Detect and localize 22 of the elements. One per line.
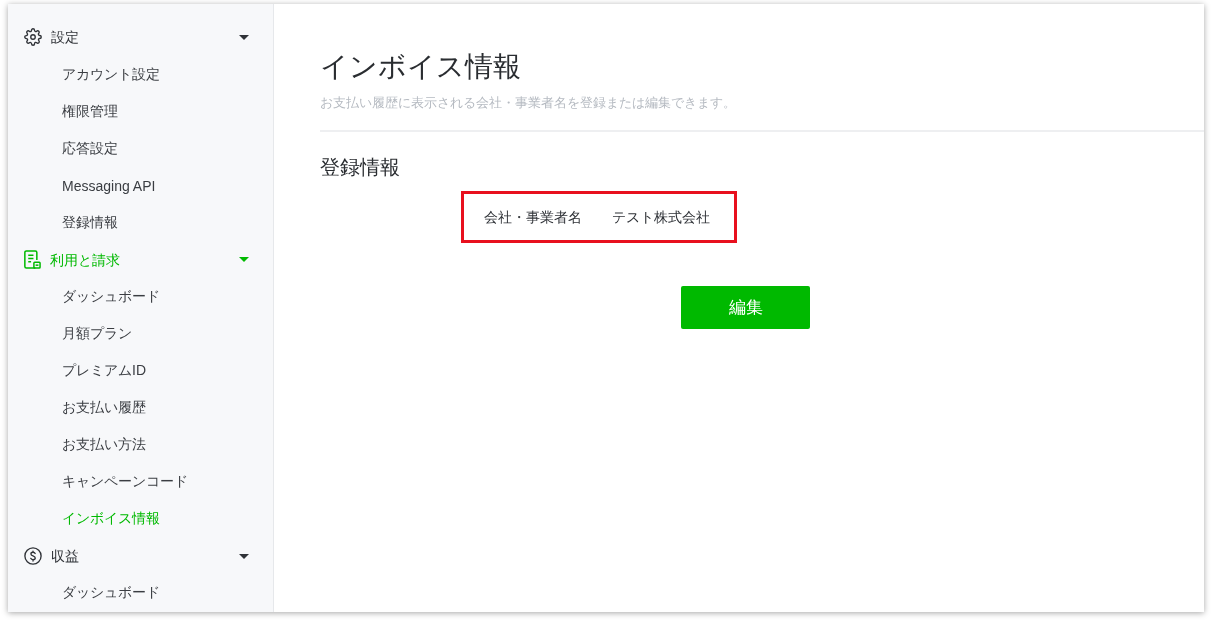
dollar-circle-icon	[24, 547, 42, 566]
page-title: インボイス情報	[320, 50, 521, 84]
sidebar-item[interactable]: ダッシュボード	[8, 278, 160, 316]
sidebar-item[interactable]: アカウント設定	[8, 56, 160, 94]
sidebar-item[interactable]: ダッシュボード	[8, 574, 160, 612]
sidebar-group-label[interactable]: 収益	[51, 546, 239, 567]
gear-icon	[24, 28, 42, 47]
sidebar-group-label[interactable]: 設定	[51, 27, 239, 48]
section-heading: 登録情報	[320, 155, 400, 180]
sidebar-item[interactable]: 登録情報	[8, 204, 118, 242]
sidebar-item[interactable]: キャンペーンコード	[8, 463, 188, 501]
page-description: お支払い履歴に表示される会社・事業者名を登録または編集できます。	[320, 94, 736, 112]
sidebar-item[interactable]: プレミアムID	[8, 352, 146, 390]
sidebar-item[interactable]: 応答設定	[8, 130, 118, 168]
document-icon	[24, 250, 41, 270]
sidebar-item[interactable]: お支払い履歴	[8, 389, 146, 427]
sidebar-item[interactable]: 月額プラン	[8, 315, 132, 353]
sidebar-item[interactable]: Messaging API	[8, 167, 156, 205]
field-value: テスト株式会社	[612, 208, 710, 227]
field-label: 会社・事業者名	[484, 208, 582, 227]
sidebar-item[interactable]: お支払い方法	[8, 426, 146, 464]
sidebar-item[interactable]: 権限管理	[8, 93, 118, 131]
